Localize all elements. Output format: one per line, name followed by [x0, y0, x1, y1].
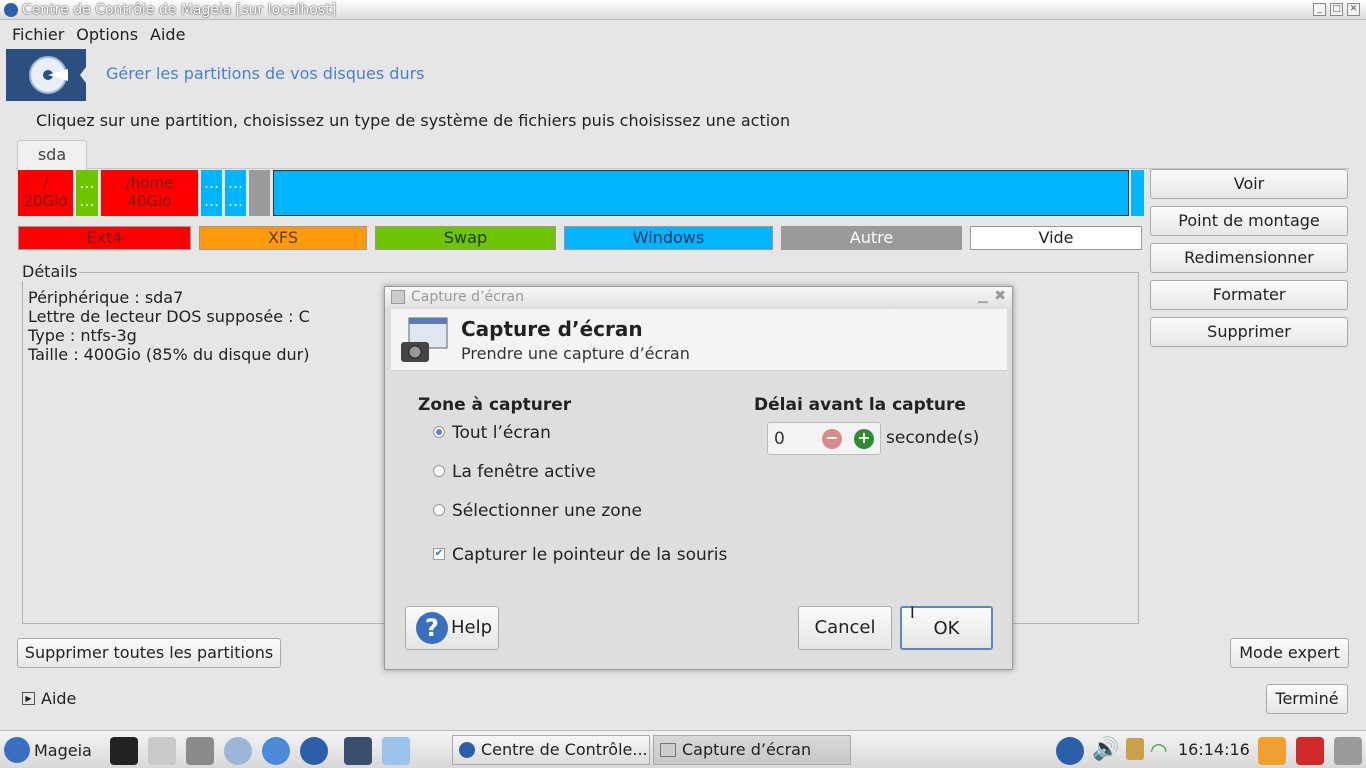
dialog-window-title: Capture d’écran	[411, 289, 524, 305]
chromium-icon[interactable]	[262, 737, 290, 765]
web-browser-icon[interactable]	[224, 737, 252, 765]
details-label: Détails	[22, 262, 80, 281]
partition-swap[interactable]: ……	[76, 170, 98, 216]
legend-vide[interactable]: Vide	[970, 226, 1142, 250]
delay-label: Délai avant la capture	[754, 395, 966, 415]
screenshot-task-icon	[660, 743, 676, 757]
plus-icon[interactable]: +	[854, 429, 874, 449]
zone-label: Zone à capturer	[418, 395, 572, 415]
partition-windows-2[interactable]: ……	[225, 170, 246, 216]
expand-triangle-icon: ▶	[22, 692, 35, 705]
minimize-icon[interactable]: _	[1313, 3, 1326, 16]
desktop-switcher-icon[interactable]	[344, 737, 372, 765]
partition-windows-1[interactable]: ……	[201, 170, 222, 216]
dialog-title: Capture d’écran	[461, 317, 643, 341]
mageia-start-icon	[4, 737, 30, 763]
taskbar: Mageia Centre de Contrôle... Capture d’é…	[0, 730, 1366, 768]
file-manager-icon[interactable]	[186, 737, 214, 765]
delay-unit: seconde(s)	[886, 428, 980, 448]
partition-other[interactable]	[249, 170, 270, 216]
task-label: Centre de Contrôle...	[481, 740, 648, 759]
resize-button[interactable]: Redimensionner	[1150, 243, 1348, 273]
control-center-icon[interactable]	[300, 737, 328, 765]
tab-bar	[16, 139, 1350, 169]
start-label: Mageia	[34, 740, 92, 760]
help-label: Help	[451, 617, 493, 638]
terminal-icon[interactable]	[110, 737, 138, 765]
option-full-screen[interactable]: Tout l’écran	[452, 423, 551, 443]
volume-icon[interactable]: 🔊	[1092, 737, 1119, 762]
partition-windows-3[interactable]	[1131, 170, 1144, 216]
partition-windows-selected[interactable]	[273, 170, 1129, 216]
disk-partition-icon	[6, 49, 86, 101]
clock[interactable]: 16:14:16	[1178, 740, 1250, 759]
aide-expander[interactable]: ▶ Aide	[22, 689, 76, 708]
pointer-label[interactable]: Capturer le pointeur de la souris	[452, 545, 727, 565]
task-screenshot[interactable]: Capture d’écran	[653, 735, 851, 765]
details-text: Périphérique : sda7 Lettre de lecteur DO…	[28, 288, 310, 364]
delay-value[interactable]: 0	[774, 429, 785, 449]
control-center-task-icon	[459, 742, 475, 758]
screenshot-small-icon	[391, 290, 405, 304]
delete-all-partitions-button[interactable]: Supprimer toutes les partitions	[17, 638, 281, 668]
dialog-minimize-icon[interactable]: ▁	[978, 289, 988, 304]
screenshot-dialog: Capture d’écran ▁ ✖ Capture d’écran Pren…	[384, 286, 1013, 670]
menubar: Fichier Options Aide	[0, 22, 1366, 46]
legend-xfs[interactable]: XFS	[199, 226, 367, 250]
dialog-titlebar[interactable]: Capture d’écran ▁ ✖	[385, 287, 1012, 307]
wifi-icon[interactable]: ◠	[1150, 738, 1167, 762]
partition-root[interactable]: /20Gio	[18, 170, 73, 216]
help-icon: ?	[416, 612, 448, 644]
mageia-update-icon[interactable]	[1056, 737, 1084, 765]
menu-fichier[interactable]: Fichier	[12, 25, 64, 44]
partition-home[interactable]: /home 40Gio	[101, 170, 198, 216]
logout-icon[interactable]	[1258, 737, 1286, 765]
option-select-zone[interactable]: Sélectionner une zone	[452, 501, 642, 521]
minus-icon[interactable]: −	[822, 429, 842, 449]
option-active-window[interactable]: La fenêtre active	[452, 462, 596, 482]
lock-icon[interactable]	[1126, 738, 1144, 760]
camera-icon	[399, 316, 449, 364]
radio-select-zone[interactable]	[433, 504, 445, 516]
task-label: Capture d’écran	[682, 740, 812, 759]
menu-options[interactable]: Options	[76, 25, 138, 44]
help-button[interactable]: ? Help	[405, 606, 499, 650]
text-cursor-icon: I	[910, 603, 915, 622]
page-title: Gérer les partitions de vos disques durs	[106, 64, 425, 83]
power-icon[interactable]	[1296, 737, 1324, 765]
mount-point-button[interactable]: Point de montage	[1150, 206, 1348, 236]
aide-label: Aide	[41, 689, 77, 708]
window-titlebar[interactable]: Centre de Contrôle de Mageia [sur localh…	[0, 0, 1366, 20]
text-editor-icon[interactable]	[148, 737, 176, 765]
voir-button[interactable]: Voir	[1150, 169, 1348, 199]
desktop-icon[interactable]	[1334, 737, 1362, 765]
dialog-subtitle: Prendre une capture d’écran	[461, 344, 690, 363]
delay-spinbox[interactable]: 0 − +	[767, 422, 881, 455]
dialog-close-icon[interactable]: ✖	[994, 288, 1006, 304]
radio-active-window[interactable]	[433, 465, 445, 477]
delete-button[interactable]: Supprimer	[1150, 317, 1348, 347]
tab-sda[interactable]: sda	[17, 140, 87, 170]
format-button[interactable]: Formater	[1150, 280, 1348, 310]
legend-windows[interactable]: Windows	[564, 226, 773, 250]
legend-swap[interactable]: Swap	[375, 226, 556, 250]
expert-mode-button[interactable]: Mode expert	[1230, 638, 1349, 668]
legend-autre[interactable]: Autre	[781, 226, 962, 250]
dialog-header: Capture d’écran Prendre une capture d’éc…	[391, 309, 1007, 371]
close-icon[interactable]: ✕	[1347, 3, 1360, 16]
start-menu-button[interactable]: Mageia	[4, 737, 92, 763]
pointer-checkbox[interactable]: ✔	[433, 548, 445, 560]
instruction-text: Cliquez sur une partition, choisissez un…	[36, 111, 791, 130]
task-control-center[interactable]: Centre de Contrôle...	[452, 735, 650, 765]
workspace-icon[interactable]	[382, 737, 410, 765]
legend-ext4[interactable]: Ext4	[18, 226, 191, 250]
done-button[interactable]: Terminé	[1266, 684, 1348, 714]
radio-full-screen[interactable]	[433, 426, 445, 438]
window-title: Centre de Contrôle de Mageia [sur localh…	[22, 1, 337, 18]
cancel-button[interactable]: Cancel	[798, 606, 892, 650]
mageia-logo-icon	[4, 2, 18, 17]
maximize-icon[interactable]: □	[1330, 3, 1343, 16]
menu-aide[interactable]: Aide	[150, 25, 185, 44]
